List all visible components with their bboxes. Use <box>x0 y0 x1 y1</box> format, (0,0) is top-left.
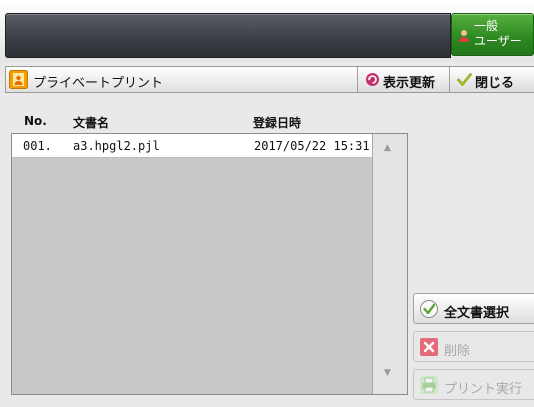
delete-label: 削除 <box>444 344 471 359</box>
table-row[interactable]: 001. a3.hpgl2.pjl 2017/05/22 15:31 <box>12 134 372 158</box>
row-no: 001. <box>23 139 52 153</box>
refresh-icon <box>366 73 379 86</box>
close-button[interactable]: 閉じる <box>450 67 534 92</box>
close-label: 閉じる <box>475 76 515 91</box>
select-all-label: 全文書選択 <box>444 306 510 321</box>
delete-icon <box>420 338 438 356</box>
refresh-label: 表示更新 <box>383 76 436 91</box>
row-name: a3.hpgl2.pjl <box>73 139 160 153</box>
user-mode-button[interactable]: 一般 ユーザー <box>451 13 534 56</box>
column-header-no: No. <box>24 114 47 128</box>
delete-button[interactable]: 削除 <box>413 331 534 362</box>
panel-title: プライベートプリント <box>33 76 164 91</box>
scroll-down-arrow[interactable]: ▼ <box>384 368 391 378</box>
print-button[interactable]: プリント実行 <box>413 369 534 400</box>
refresh-button[interactable]: 表示更新 <box>357 67 450 92</box>
user-label-line1: 一般 <box>474 19 499 33</box>
select-all-icon <box>420 300 438 318</box>
column-header-name: 文書名 <box>73 116 110 130</box>
column-header-date: 登録日時 <box>253 116 302 130</box>
message-area <box>5 13 451 58</box>
printer-icon <box>420 376 438 394</box>
top-bar: 一般 ユーザー <box>0 0 534 62</box>
checkmark-icon <box>457 73 472 86</box>
user-icon <box>459 30 469 42</box>
select-all-button[interactable]: 全文書選択 <box>413 293 534 324</box>
panel-header: プライベートプリント 表示更新 閉じる <box>5 66 534 93</box>
document-list: 001. a3.hpgl2.pjl 2017/05/22 15:31 ▲ ▼ <box>11 133 408 395</box>
print-label: プリント実行 <box>444 382 523 397</box>
private-print-icon <box>9 70 28 89</box>
row-date: 2017/05/22 15:31 <box>254 139 370 153</box>
user-label-line2: ユーザー <box>474 34 522 48</box>
scroll-up-arrow[interactable]: ▲ <box>384 143 391 153</box>
list-scrollbar[interactable]: ▲ ▼ <box>372 134 407 394</box>
